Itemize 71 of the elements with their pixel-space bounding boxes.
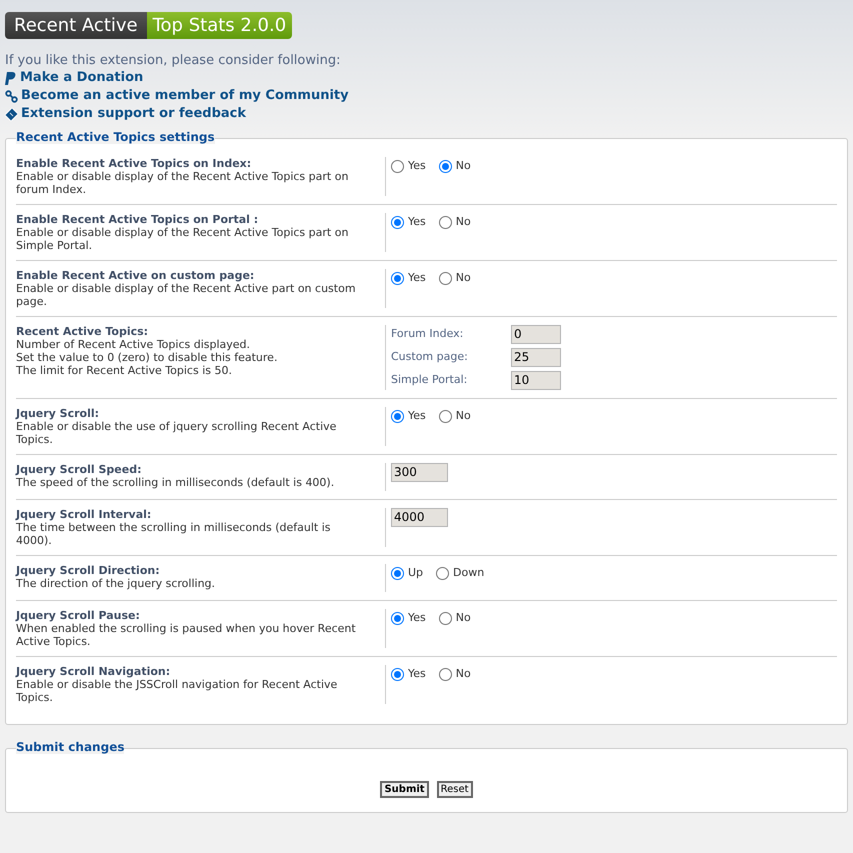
field-label: Custom page: [391,349,469,366]
input-field[interactable]: 4000 [391,508,448,527]
link[interactable]: Make a Donation [20,69,144,87]
intro-text: If you like this extension, please consider following: [5,52,342,69]
radio-label: Yes [408,666,426,682]
setting-description: Set the value to 0 (zero) to disable this feature. [16,351,278,364]
setting-description: Enable or disable the JSSCroll navigation for Recent Active Topics. [16,678,338,704]
radio-button[interactable] [438,160,452,173]
radio-label: Yes [408,158,426,174]
field-label: Forum Index: [391,326,464,342]
setting-title: Enable Recent Active Topics on Index: [16,157,252,170]
radio-button[interactable] [438,668,452,681]
radio-label: No [456,270,471,286]
radio-label: No [456,666,471,682]
number-field[interactable]: 0 [511,325,561,344]
radio-label: No [456,610,471,626]
setting-title: Enable Recent Active on custom page: [16,269,256,282]
radio-button[interactable] [438,410,452,423]
setting-title: Jquery Scroll Pause: [16,609,141,622]
reset-button[interactable]: Reset [436,781,473,798]
paypal-icon [5,72,17,84]
radio-button[interactable] [391,272,404,285]
setting-title: Jquery Scroll Interval: [16,508,152,521]
radio-button[interactable] [391,216,404,229]
setting-description: The direction of the jquery scrolling. [16,577,216,590]
submit-button[interactable]: Submit [380,781,429,798]
radio-button[interactable] [436,566,450,580]
setting-description: Enable or disable display of the Recent Active part on custom page. [16,282,357,308]
setting-description: The time between the scrolling in milliseconds (default is 4000). [16,521,332,547]
radio-label: No [456,158,471,174]
radio-button[interactable] [391,566,404,580]
setting-title: Enable Recent Active Topics on Portal : [16,213,260,226]
setting-description: When enabled the scrolling is paused when you hover Recent Active Topics. [16,622,357,648]
setting-description: Enable or disable the use of jquery scrolling Recent Active Topics. [16,420,338,446]
link[interactable]: Extension support or feedback [21,105,246,123]
radio-button[interactable] [391,410,404,423]
radio-button[interactable] [391,160,404,173]
radio-label: Yes [408,270,426,286]
setting-title: Jquery Scroll Speed: [16,463,142,476]
number-field[interactable]: 10 [511,371,561,390]
section-legend: Submit changes [16,740,124,754]
radio-label: No [456,214,471,230]
radio-button[interactable] [438,216,452,229]
section-legend: Recent Active Topics settings [16,130,215,144]
radio-button[interactable] [438,272,452,285]
setting-title: Recent Active Topics: [16,325,150,338]
ticket-icon [5,108,18,120]
title-badge: Recent Active [5,12,147,39]
radio-label: Yes [408,214,426,230]
radio-button[interactable] [438,612,452,625]
radio-label: Yes [408,610,426,626]
link[interactable]: Become an active member of my Community [21,87,349,105]
number-field[interactable]: 25 [511,348,561,367]
radio-button[interactable] [391,612,404,625]
setting-title: Jquery Scroll Navigation: [16,665,172,678]
input-field[interactable]: 300 [391,463,448,482]
link-icon [5,90,18,102]
setting-description: Enable or disable display of the Recent Active Topics part on Simple Portal. [16,226,350,252]
radio-label: Down [453,565,484,581]
version-badge: Top Stats 2.0.0 [146,12,292,39]
setting-title: Jquery Scroll: [16,407,100,420]
setting-description: The limit for Recent Active Topics is 50. [16,364,233,377]
field-label: Simple Portal: [391,372,468,388]
radio-label: No [456,408,471,424]
radio-label: Up [408,565,424,581]
setting-description: Number of Recent Active Topics displayed. [16,338,252,351]
radio-label: Yes [408,408,426,424]
setting-description: Enable or disable display of the Recent Active Topics part on forum Index. [16,170,350,196]
radio-button[interactable] [391,668,404,681]
setting-description: The speed of the scrolling in milliseconds (default is 400). [16,476,336,489]
setting-title: Jquery Scroll Direction: [16,564,161,577]
